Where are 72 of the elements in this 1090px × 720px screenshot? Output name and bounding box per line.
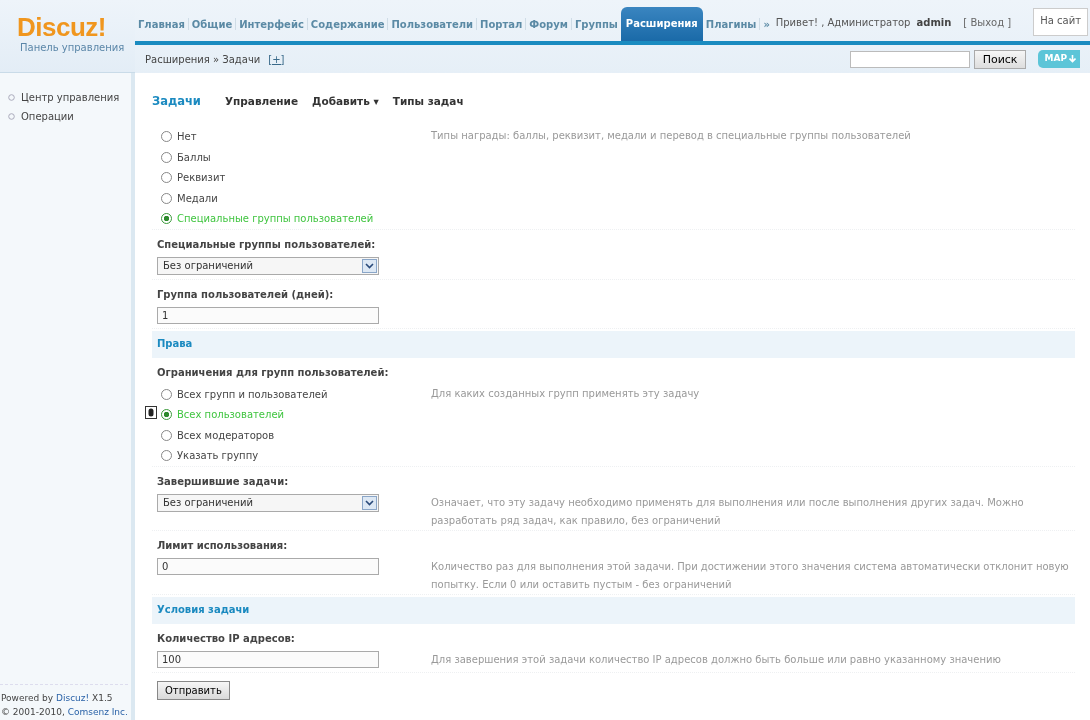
radio-label: Указать группу — [177, 449, 259, 463]
footer-text: Powered by Discuz! X1.5 — [1, 692, 114, 705]
sub-tab[interactable]: Задачи — [152, 93, 201, 111]
hint-text: Для каких созданных групп применять эту задачу — [431, 386, 701, 401]
field-label: Завершившие задачи: — [156, 474, 290, 489]
sidebar-item[interactable]: Центр управления — [21, 90, 120, 105]
search-button[interactable]: Поиск — [973, 49, 1027, 69]
field-label: Лимит использования: — [156, 538, 289, 553]
nav-tab[interactable]: » — [760, 17, 773, 41]
hint-text: Для завершения этой задачи количество IP адресов должно быть больше или равно указанному значению — [431, 652, 1002, 667]
sidebar-item[interactable]: Операции — [21, 109, 74, 124]
radio-label: Реквизит — [177, 171, 226, 185]
radio-label: Медали — [177, 191, 218, 206]
text-field[interactable]: 100 — [157, 650, 379, 668]
logo-subtitle: Панель управления — [20, 41, 126, 55]
submit-button[interactable]: Отправить — [157, 680, 230, 700]
select-field[interactable]: Без ограничений — [157, 256, 379, 275]
bullet-icon — [8, 113, 15, 120]
breadcrumb: Расширения » Задачи — [145, 52, 261, 67]
nav-tab[interactable]: Пользователи — [388, 17, 477, 41]
radio-button[interactable] — [161, 213, 172, 224]
radio-button[interactable] — [161, 151, 172, 163]
hint-text: Типы награды: баллы, реквизит, медали и перевод в специальные группы пользователей — [431, 129, 912, 144]
field-label: Количество IP адресов: — [156, 631, 296, 646]
select-field[interactable]: Без ограничений — [157, 493, 379, 512]
radio-button[interactable] — [161, 172, 172, 183]
radio-label: Всех пользователей — [177, 408, 285, 422]
nav-tab[interactable]: Главная — [135, 17, 188, 41]
sub-tab[interactable]: Добавить ▾ — [312, 94, 379, 110]
nav-tab[interactable]: Форум — [526, 17, 571, 41]
nav-tab[interactable]: Расширения — [620, 7, 703, 41]
radio-button[interactable] — [161, 429, 172, 441]
radio-button[interactable] — [161, 192, 172, 204]
section-header: Права — [152, 330, 1075, 358]
search-field[interactable] — [849, 50, 970, 68]
nav-tab[interactable]: Портал — [477, 17, 526, 41]
radio-label: Баллы — [177, 150, 211, 165]
radio-button[interactable] — [161, 388, 172, 400]
radio-label: Всех модераторов — [177, 428, 275, 443]
radio-button[interactable] — [161, 131, 172, 142]
radio-label: Нет — [177, 130, 197, 144]
radio-button[interactable] — [161, 450, 172, 461]
footer-text: © 2001-2010, Comsenz Inc. — [1, 706, 128, 719]
field-label: Ограничения для групп пользователей: — [156, 365, 390, 380]
field-label: Группа пользователей (дней): — [156, 287, 335, 302]
add-link[interactable]: [+] — [268, 51, 285, 67]
username: admin — [916, 15, 952, 30]
nav-tab[interactable]: Содержание — [307, 17, 388, 41]
text-field[interactable]: 1 — [157, 306, 379, 324]
mouse-icon — [145, 405, 157, 419]
footer-link[interactable]: Discuz! — [56, 693, 90, 703]
logo: Discuz! — [17, 14, 107, 40]
nav-tab[interactable]: Общие — [188, 17, 236, 41]
text-field[interactable]: 0 — [157, 557, 379, 575]
radio-label: Всех групп и пользователей — [177, 387, 328, 402]
radio-label: Специальные группы пользователей — [177, 212, 374, 226]
sub-tab[interactable]: Управление — [224, 94, 299, 110]
greeting-text: Привет! , Администратор — [775, 15, 911, 30]
section-header: Условия задачи — [152, 596, 1075, 624]
site-button[interactable]: На сайт — [1033, 8, 1088, 36]
sub-tab[interactable]: Типы задач — [392, 94, 464, 110]
nav-tab[interactable]: Группы — [571, 17, 621, 41]
footer-link[interactable]: Comsenz Inc. — [67, 707, 128, 717]
logout-link[interactable]: [ Выход ] — [963, 14, 1012, 30]
hint-text: Количество раз для выполнения этой задачи. При достижении этого значения система автоматически отклонит новую попытку. Если 0 или оставить пустым - без ограничений — [431, 559, 1070, 592]
down-arrow-icon — [1069, 55, 1076, 63]
bullet-icon — [8, 94, 15, 101]
nav-tab[interactable]: Интерфейс — [236, 17, 307, 41]
nav-tab[interactable]: Плагины — [702, 17, 760, 41]
radio-button[interactable] — [161, 409, 172, 420]
hint-text: Означает, что эту задачу необходимо применять для выполнения или после выполнения других задач. Можно разработать ряд задач, как правило, без ограничений — [431, 495, 1025, 528]
field-label: Специальные группы пользователей: — [156, 237, 377, 252]
